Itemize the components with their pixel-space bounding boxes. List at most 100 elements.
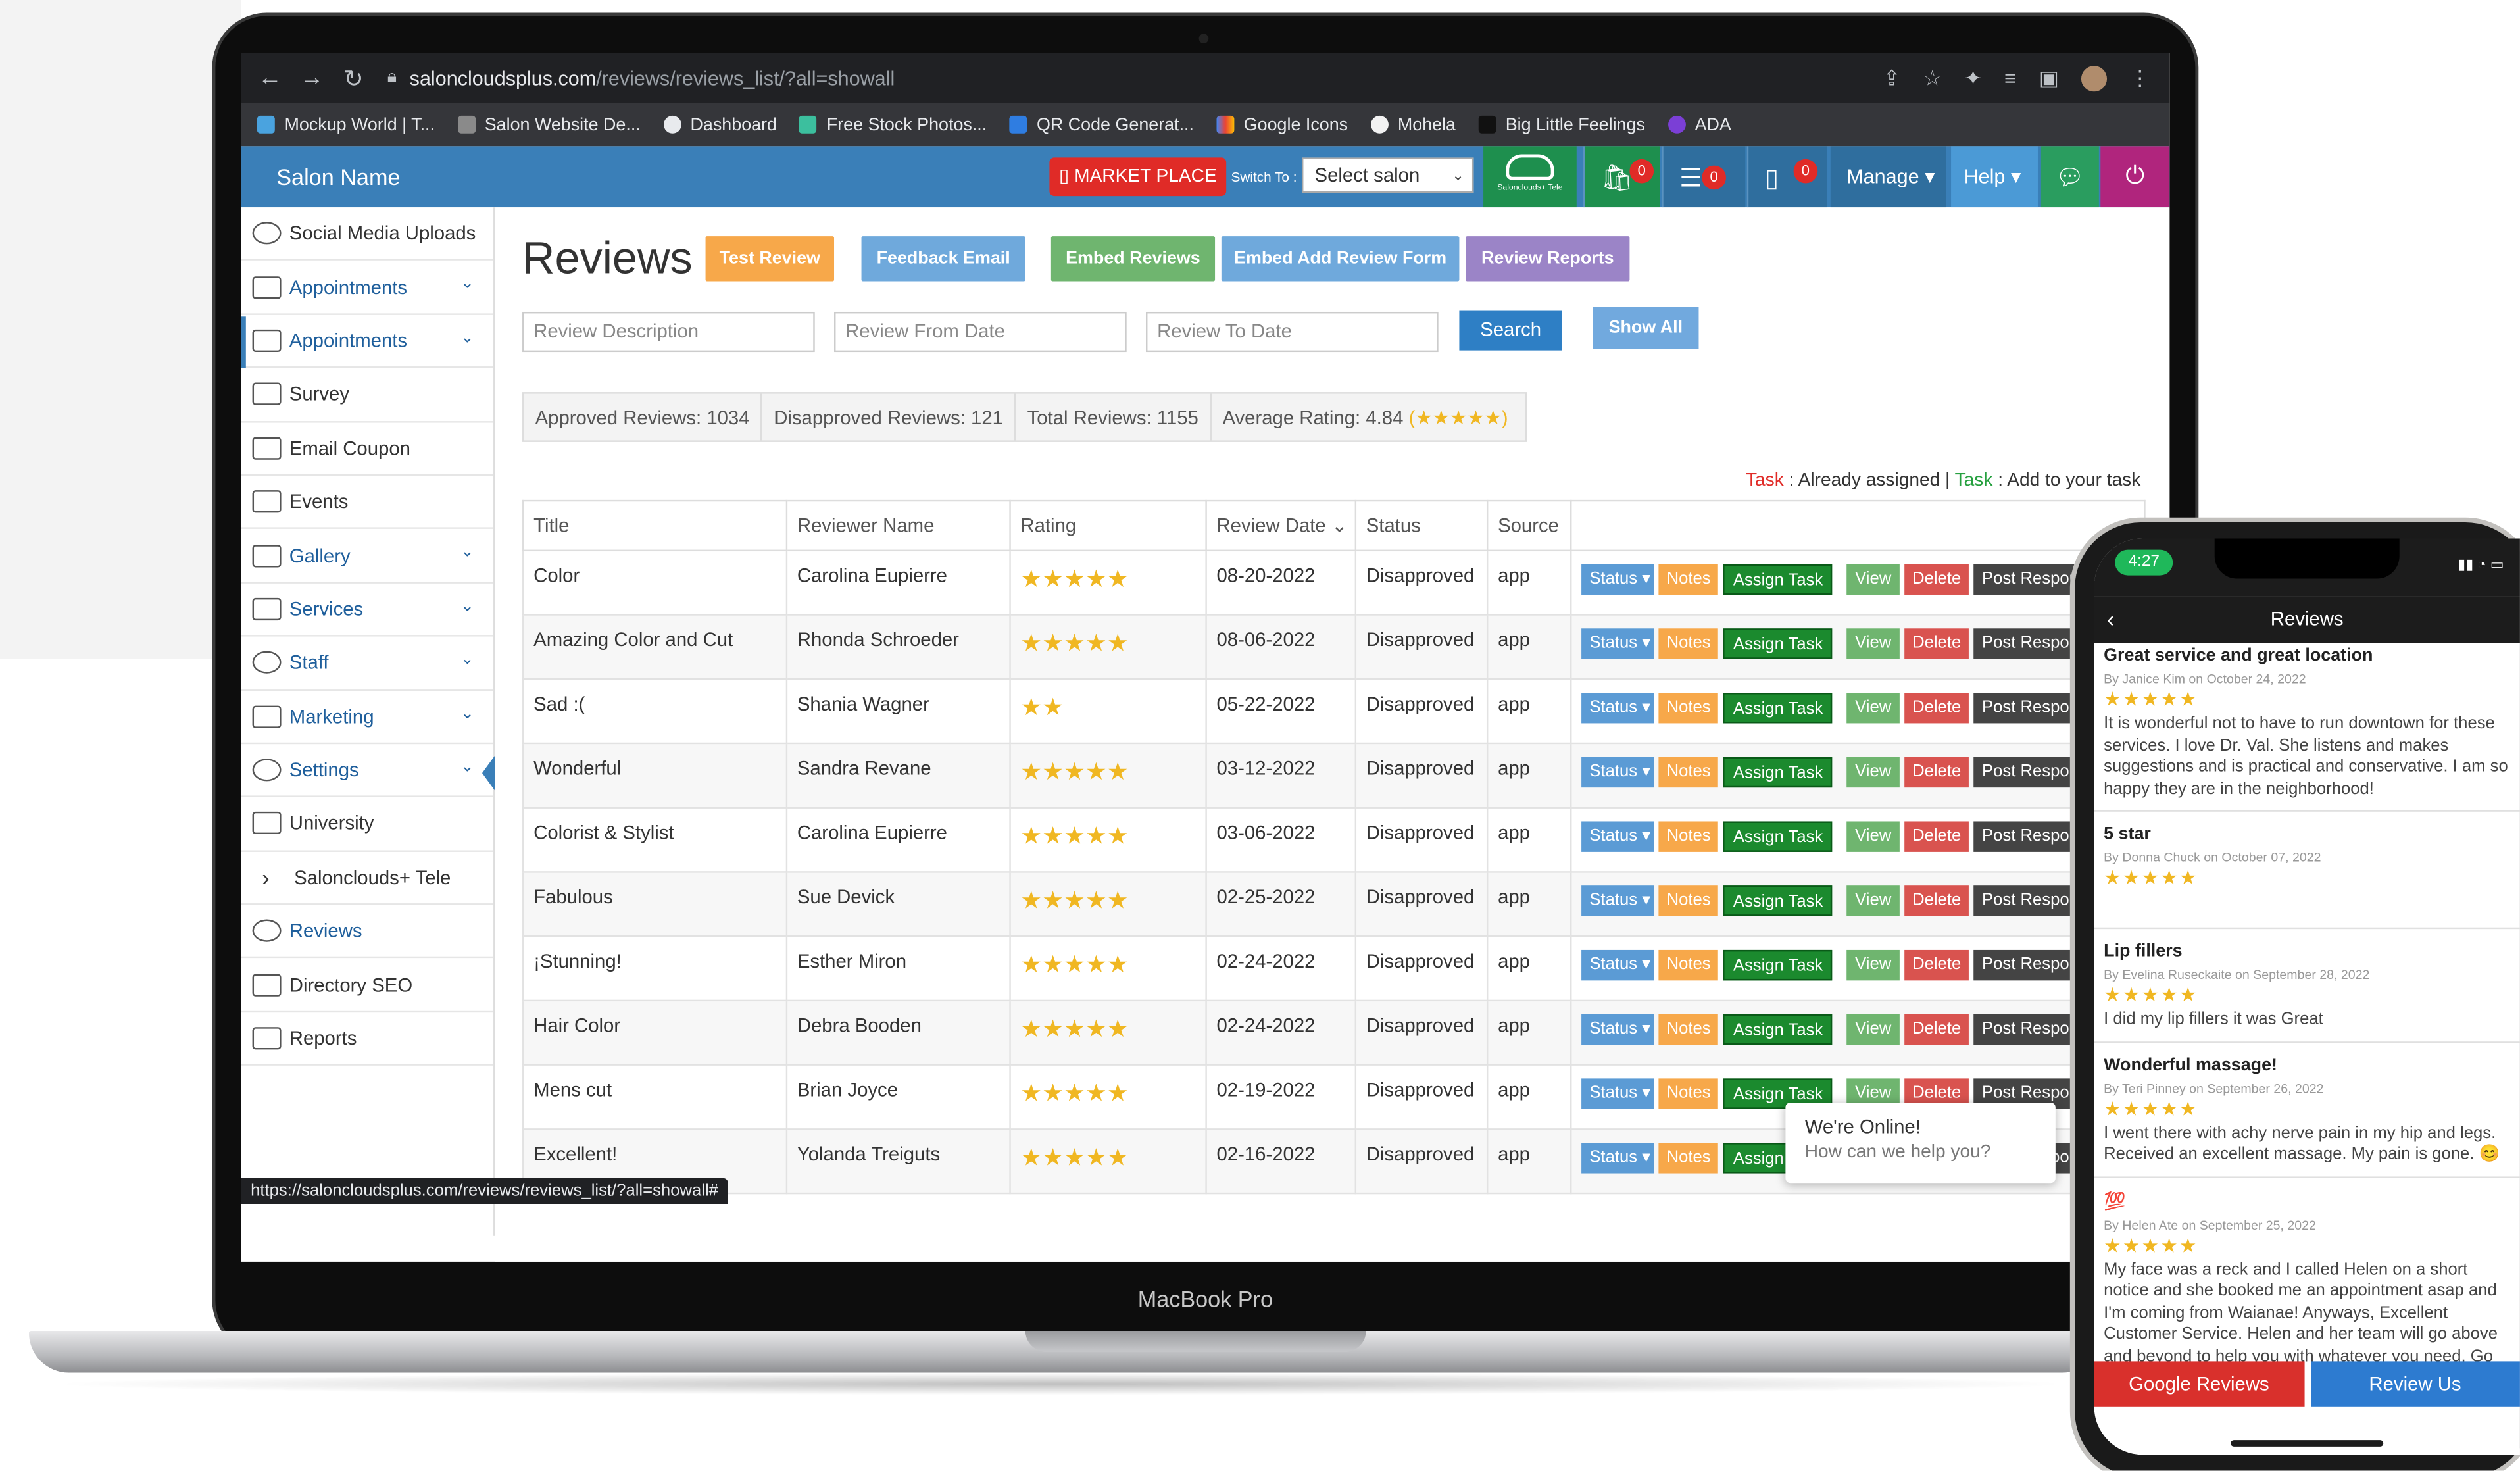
sidebar-item-salonclouds-tele[interactable]: › Salonclouds+ Tele [241,851,494,905]
notes-button[interactable]: Notes [1658,564,1719,595]
lock-icon[interactable]: 🔒︎ [387,68,397,89]
delete-button[interactable]: Delete [1904,693,1969,724]
assign-task-button[interactable]: Assign Task [1723,564,1833,595]
bookmark-item[interactable]: QR Code Generat... [1009,115,1194,134]
bookmark-item[interactable]: Mockup World | T... [257,115,435,134]
bookmark-item[interactable]: Big Little Feelings [1478,115,1645,134]
list-button[interactable]: ☰ 0 [1662,146,1746,208]
back-arrow-icon[interactable]: ← [249,64,291,92]
help-menu[interactable]: Help ▾ [1951,146,2038,208]
salon-select[interactable]: Select salon ⌄ [1301,157,1474,193]
address-bar[interactable]: saloncloudsplus.com/reviews/reviews_list… [410,66,895,89]
view-button[interactable]: View [1846,757,1900,788]
delete-button[interactable]: Delete [1904,628,1969,659]
assign-task-button[interactable]: Assign Task [1723,821,1833,852]
tele-button[interactable]: Salonclouds+ Tele [1483,146,1577,208]
cart-button[interactable]: 🛍︎ 0 [1583,146,1660,208]
notes-button[interactable]: Notes [1658,949,1719,981]
chat-popup[interactable]: We're Online! How can we help you? [1785,1103,2056,1184]
review-to-date-input[interactable]: Review To Date [1146,311,1439,353]
view-button[interactable]: View [1846,628,1900,659]
logout-button[interactable]: ⏻ [2100,146,2170,208]
bookmark-item[interactable]: Free Stock Photos... [799,115,987,134]
column-header-date[interactable]: Review Date ⌄ [1205,499,1357,552]
view-button[interactable]: View [1846,821,1900,852]
review-from-date-input[interactable]: Review From Date [834,311,1127,353]
status-dropdown-button[interactable]: Status ▾ [1581,564,1654,595]
profile-avatar[interactable] [2081,64,2108,91]
bookmark-item[interactable]: Dashboard [662,115,777,134]
bookmark-item[interactable]: Mohela [1370,115,1456,134]
notes-button[interactable]: Notes [1658,1078,1719,1109]
show-all-button[interactable]: Show All [1593,307,1699,349]
bookmark-item[interactable]: ADA [1668,115,1731,134]
test-review-button[interactable]: Test Review [705,236,835,282]
review-us-button[interactable]: Review Us [2310,1361,2520,1407]
google-reviews-button[interactable]: Google Reviews [2094,1361,2304,1407]
assign-task-button[interactable]: Assign Task [1723,628,1833,659]
menu-dots-icon[interactable]: ⋮ [2129,65,2150,91]
assign-task-button[interactable]: Assign Task [1723,693,1833,724]
notes-button[interactable]: Notes [1658,757,1719,788]
sidebar-item-social-media-uploads[interactable]: Social Media Uploads [241,207,494,261]
notes-button[interactable]: Notes [1658,628,1719,659]
column-header-source[interactable]: Source [1486,499,1572,552]
status-dropdown-button[interactable]: Status ▾ [1581,693,1654,724]
back-chevron-icon[interactable]: ‹ [2107,596,2114,643]
column-header-title[interactable]: Title [522,499,788,552]
reload-icon[interactable]: ↻ [333,64,375,93]
embed-add-review-form-button[interactable]: Embed Add Review Form [1221,236,1460,282]
column-header-reviewer[interactable]: Reviewer Name [785,499,1011,552]
phone-button[interactable]: ▯ 0 [1746,146,1827,208]
sidebar-item-reviews[interactable]: Reviews [241,905,494,959]
sidebar-item-marketing[interactable]: Marketing ⌄ [241,690,494,744]
status-dropdown-button[interactable]: Status ▾ [1581,1014,1654,1045]
view-button[interactable]: View [1846,885,1900,916]
status-dropdown-button[interactable]: Status ▾ [1581,821,1654,852]
bookmark-star-icon[interactable]: ☆ [1923,65,1941,91]
phone-review-item[interactable]: Great service and great location By Janic… [2094,643,2520,812]
delete-button[interactable]: Delete [1904,821,1969,852]
phone-review-item[interactable]: 5 star By Donna Chuck on October 07, 2022… [2094,812,2520,930]
delete-button[interactable]: Delete [1904,564,1969,595]
assign-task-button[interactable]: Assign Task [1723,949,1833,981]
notes-button[interactable]: Notes [1658,885,1719,916]
assign-task-button[interactable]: Assign Task [1723,757,1833,788]
view-button[interactable]: View [1846,949,1900,981]
column-header-rating[interactable]: Rating [1009,499,1207,552]
notes-button[interactable]: Notes [1658,1143,1719,1174]
delete-button[interactable]: Delete [1904,1014,1969,1045]
sidebar-item-gallery[interactable]: Gallery ⌄ [241,530,494,584]
view-button[interactable]: View [1846,693,1900,724]
notes-button[interactable]: Notes [1658,693,1719,724]
sidepanel-icon[interactable]: ▣ [2039,65,2059,91]
delete-button[interactable]: Delete [1904,757,1969,788]
bookmark-item[interactable]: Salon Website De... [457,115,641,134]
sidebar-item-university[interactable]: University [241,798,494,852]
sidebar-item-settings[interactable]: Settings ⌄ [241,744,494,798]
notes-button[interactable]: Notes [1658,1014,1719,1045]
assign-task-button[interactable]: Assign Task [1723,885,1833,916]
sidebar-item-appointments-2[interactable]: Appointments ⌄ [241,314,494,368]
sidebar-item-reports[interactable]: Reports [241,1012,494,1066]
search-button[interactable]: Search [1459,310,1562,351]
assign-task-button[interactable]: Assign Task [1723,1014,1833,1045]
market-place-button[interactable]: ▯ MARKET PLACE [1049,157,1227,197]
view-button[interactable]: View [1846,564,1900,595]
bookmark-item[interactable]: Google Icons [1216,115,1348,134]
embed-reviews-button[interactable]: Embed Reviews [1050,236,1216,282]
phone-review-item[interactable]: Lip fillers By Evelina Ruseckaite on Sept… [2094,929,2520,1043]
status-dropdown-button[interactable]: Status ▾ [1581,628,1654,659]
review-reports-button[interactable]: Review Reports [1466,236,1630,282]
notes-button[interactable]: Notes [1658,821,1719,852]
delete-button[interactable]: Delete [1904,949,1969,981]
status-dropdown-button[interactable]: Status ▾ [1581,885,1654,916]
sidebar-item-appointments[interactable]: Appointments ⌄ [241,261,494,315]
status-dropdown-button[interactable]: Status ▾ [1581,1143,1654,1174]
sidebar-item-survey[interactable]: Survey [241,368,494,422]
sidebar-item-directory-seo[interactable]: Directory SEO [241,959,494,1012]
feedback-email-button[interactable]: Feedback Email [861,236,1025,282]
delete-button[interactable]: Delete [1904,885,1969,916]
media-icon[interactable]: ≡ [2004,66,2017,90]
manage-menu[interactable]: Manage ▾ [1830,146,1946,208]
